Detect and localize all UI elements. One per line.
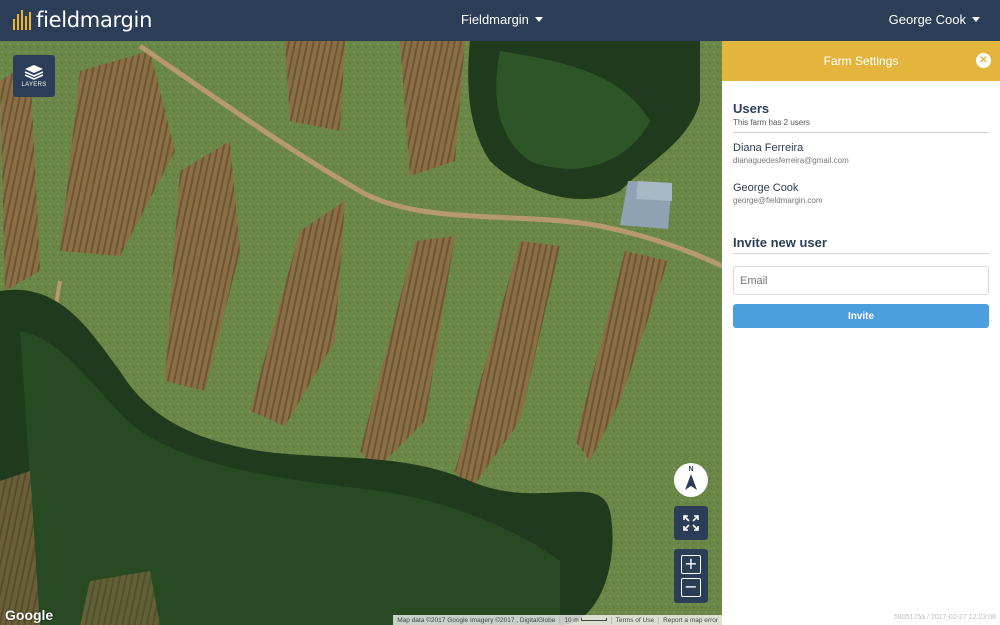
- invite-button[interactable]: Invite: [733, 304, 989, 328]
- scale-bar: [580, 618, 607, 622]
- build-info: 5805175a / 2017-02-27 12:23:08: [894, 614, 996, 621]
- google-logo: Google: [5, 607, 54, 623]
- satellite-imagery: [0, 41, 722, 625]
- top-bar: fieldmargin Fieldmargin George Cook: [0, 0, 1000, 41]
- farm-settings-panel: Farm Settings ✕ Users This farm has 2 us…: [722, 41, 1000, 625]
- expand-icon: [683, 515, 699, 531]
- layers-button[interactable]: LAYERS: [13, 55, 55, 97]
- close-icon[interactable]: ✕: [976, 53, 991, 68]
- layers-icon: [24, 65, 44, 80]
- chevron-down-icon: [972, 17, 980, 22]
- email-field[interactable]: [733, 266, 989, 295]
- divider: [733, 253, 989, 254]
- user-name: Diana Ferreira: [733, 142, 804, 154]
- fieldmargin-logo[interactable]: fieldmargin: [13, 8, 152, 32]
- map-scale-label: 10 m: [564, 616, 579, 624]
- user-menu-label: George Cook: [888, 12, 966, 27]
- brand-name: fieldmargin: [36, 8, 153, 32]
- compass-button[interactable]: N: [674, 463, 708, 497]
- user-email: dianaguedesferreira@gmail.com: [733, 156, 849, 165]
- map-scale: 10 m: [559, 616, 610, 624]
- user-menu[interactable]: George Cook: [889, 12, 980, 27]
- user-name: George Cook: [733, 182, 799, 194]
- map-attribution: Map data ©2017 Google Imagery ©2017 , Di…: [393, 615, 722, 625]
- zoom-controls: + −: [674, 549, 708, 603]
- user-email: george@fieldmargin.com: [733, 196, 823, 205]
- compass-arrow-icon: [685, 474, 697, 490]
- users-heading: Users: [733, 101, 770, 116]
- zoom-out-button[interactable]: −: [681, 578, 701, 597]
- map-data-credit: Map data ©2017 Google Imagery ©2017 , Di…: [397, 616, 556, 624]
- logo-bars-icon: [13, 10, 31, 30]
- zoom-in-button[interactable]: +: [681, 555, 701, 574]
- users-count-text: This farm has 2 users: [733, 118, 810, 127]
- farm-switcher[interactable]: Fieldmargin: [461, 12, 543, 27]
- layers-label: LAYERS: [21, 82, 47, 88]
- terms-link[interactable]: Terms of Use: [610, 616, 658, 624]
- fullscreen-button[interactable]: [674, 506, 708, 540]
- farm-switcher-label: Fieldmargin: [461, 12, 529, 27]
- satellite-map[interactable]: LAYERS N + − Google Map data ©2017 Googl…: [0, 41, 722, 625]
- compass-north-label: N: [688, 466, 694, 473]
- divider: [733, 132, 989, 133]
- panel-header: Farm Settings ✕: [722, 41, 1000, 81]
- panel-title: Farm Settings: [823, 54, 899, 68]
- chevron-down-icon: [534, 17, 543, 22]
- report-map-error-link[interactable]: Report a map error: [658, 616, 722, 624]
- invite-heading: Invite new user: [733, 235, 827, 250]
